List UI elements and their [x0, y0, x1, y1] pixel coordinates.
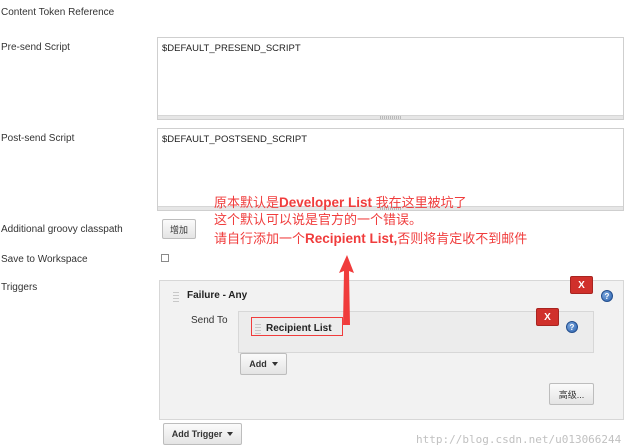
annotation-line-2: 这个默认可以说是官方的一个错误。 [214, 212, 423, 227]
trigger-help-icon[interactable]: ? [601, 290, 613, 302]
pre-send-script-label: Pre-send Script [1, 42, 70, 53]
delete-trigger-button[interactable]: X [570, 276, 593, 294]
chevron-down-icon [271, 362, 278, 366]
watermark: http://blog.csdn.net/u013066244 [416, 433, 622, 446]
add-trigger-dropdown[interactable]: Add Trigger [163, 423, 242, 445]
add-recipient-label: Add [249, 359, 267, 369]
add-trigger-label: Add Trigger [171, 429, 223, 439]
post-send-script-value: $DEFAULT_POSTSEND_SCRIPT [162, 134, 308, 145]
pre-send-resize-handle[interactable] [158, 115, 623, 119]
pre-send-script-value: $DEFAULT_PRESEND_SCRIPT [162, 43, 301, 54]
recipient-help-icon[interactable]: ? [566, 321, 578, 333]
post-send-script-label: Post-send Script [1, 133, 75, 144]
triggers-label: Triggers [1, 282, 38, 293]
annotation-arrow-icon [339, 255, 354, 325]
content-token-reference-label: Content Token Reference [1, 7, 115, 18]
send-to-label: Send To [191, 315, 228, 326]
annotation-line-3: 请自行添加一个Recipient List,否则将肯定收不到邮件 [214, 231, 528, 246]
trigger-panel: Failure - Any Send To Recipient List Add… [159, 280, 624, 420]
advanced-button[interactable]: 高级... [549, 383, 594, 405]
annotation-line-1: 原本默认是Developer List 我在这里被坑了 [214, 195, 467, 210]
add-recipient-dropdown[interactable]: Add [240, 353, 287, 375]
trigger-drag-handle[interactable] [173, 290, 179, 302]
trigger-title: Failure - Any [187, 290, 248, 301]
delete-recipient-button[interactable]: X [536, 308, 559, 326]
pre-send-script-textarea[interactable]: $DEFAULT_PRESEND_SCRIPT [157, 37, 624, 120]
additional-groovy-classpath-label: Additional groovy classpath [1, 224, 123, 235]
save-to-workspace-checkbox[interactable] [161, 254, 169, 262]
recipient-highlight-box [251, 317, 343, 336]
save-to-workspace-label: Save to Workspace [1, 254, 88, 265]
add-classpath-button[interactable]: 增加 [162, 219, 196, 239]
chevron-down-icon [227, 432, 234, 436]
